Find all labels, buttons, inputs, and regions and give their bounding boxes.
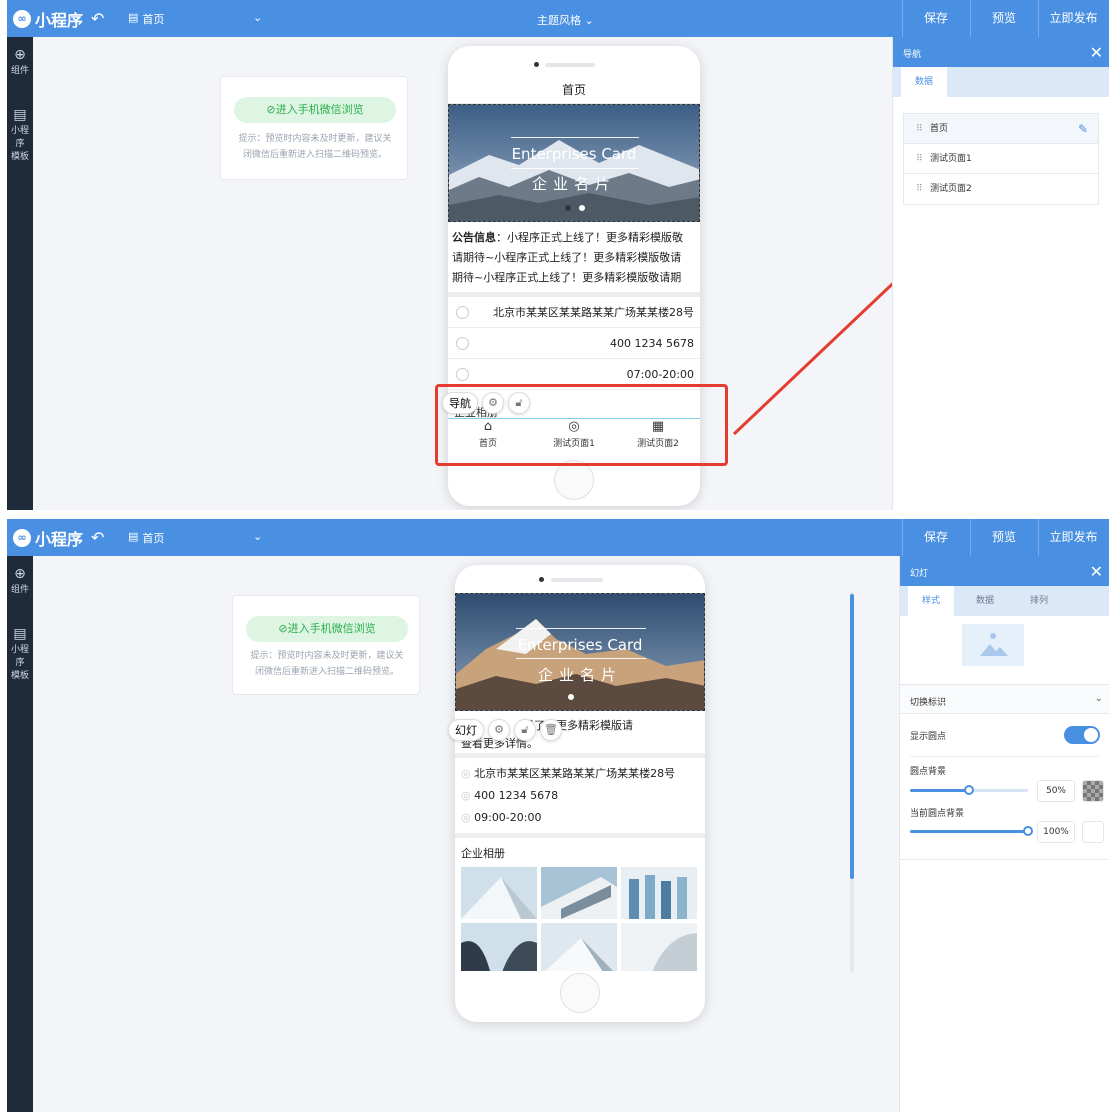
save-button[interactable]: 保存 bbox=[902, 519, 970, 556]
component-toolbar: 幻灯 ⚙ 🔓︎ 🗑︎ bbox=[448, 719, 562, 741]
sidebar-item-label: 小程序 bbox=[10, 645, 29, 668]
editor-screenshot-nav: ∞ 小程序 ↶ ▤ 首页 ⌄ 主题风格 ⌄ 保存 预览 立即发布 ⊕ 组件 ▤ … bbox=[7, 0, 1109, 510]
panel-header: 幻灯 ✕ bbox=[900, 556, 1109, 586]
dot-bg-color-swatch[interactable] bbox=[1082, 780, 1104, 802]
open-in-wechat-button[interactable]: ⊘进入手机微信浏览 bbox=[246, 616, 408, 642]
phone-screen: Enterprises Card 企业名片 线了！更多精彩模版请 查看更多详情。… bbox=[455, 593, 705, 971]
banner-slider[interactable]: Enterprises Card 企业名片 bbox=[455, 593, 705, 711]
close-icon[interactable]: ✕ bbox=[1090, 43, 1103, 62]
current-dot-bg-label: 当前圆点背景 bbox=[910, 809, 965, 819]
chevron-down-icon: ⌄ bbox=[1094, 693, 1103, 704]
preview-card: ⊘进入手机微信浏览 提示：预览时内容未及时更新，建议关 闭微信后重新进入扫描二维… bbox=[232, 595, 420, 695]
section-title: 切换标识 bbox=[910, 698, 947, 708]
album-photo[interactable] bbox=[621, 923, 697, 971]
panel-tabs: 样式 数据 排列 bbox=[900, 586, 1109, 616]
album-photo[interactable] bbox=[541, 923, 617, 971]
album-photo[interactable] bbox=[621, 867, 697, 919]
sidebar-item-templates[interactable]: ▤ 小程序 模板 bbox=[7, 626, 33, 681]
nav-item-home[interactable]: ⠿ 首页 ✎ bbox=[904, 114, 1098, 144]
current-dot-bg-slider-thumb[interactable] bbox=[1023, 826, 1033, 836]
page-icon: ▤ bbox=[128, 530, 139, 543]
album-photo[interactable] bbox=[541, 867, 617, 919]
undo-icon[interactable]: ↶ bbox=[91, 528, 104, 547]
dot-bg-slider-fill bbox=[910, 789, 969, 792]
address-row: ◎ 北京市某某区某某路某某广场某某楼28号 bbox=[461, 763, 675, 785]
preview-tip: 提示：预览时内容未及时更新，建议关 闭微信后重新进入扫描二维码预览。 bbox=[250, 651, 404, 677]
nav-item-label: 测试页面2 bbox=[930, 184, 972, 194]
current-dot-bg-value[interactable]: 100% bbox=[1037, 821, 1075, 843]
phone-row: ◎ 400 1234 5678 bbox=[461, 785, 675, 807]
publish-button[interactable]: 立即发布 bbox=[1038, 519, 1109, 556]
section-header[interactable]: 切换标识 ⌄ bbox=[900, 684, 1109, 714]
location-icon: ◎ bbox=[461, 767, 471, 780]
album-photo[interactable] bbox=[461, 867, 537, 919]
sidebar-item-label: 模板 bbox=[10, 671, 29, 681]
panel-title: 导航 bbox=[903, 50, 922, 60]
page-selector[interactable]: ▤ 首页 ⌄ bbox=[128, 530, 262, 546]
top-toolbar: ∞ 小程序 ↶ ▤ 首页 ⌄ 保存 预览 立即发布 bbox=[7, 519, 1109, 556]
drag-handle-icon[interactable]: ⠿ bbox=[916, 114, 923, 144]
nav-settings-panel: 导航 ✕ 数据 ⠿ 首页 ✎ ⠿ 测试页面1 ⠿ 测试页面2 bbox=[892, 37, 1109, 510]
contact-block: ◎ 北京市某某区某某路某某广场某某楼28号 ◎ 400 1234 5678 ◎ … bbox=[461, 763, 675, 829]
unlock-icon[interactable]: 🔓︎ bbox=[514, 719, 536, 741]
pencil-icon[interactable]: ✎ bbox=[1078, 114, 1088, 144]
trash-icon[interactable]: 🗑︎ bbox=[540, 719, 562, 741]
hours-text: 09:00-20:00 bbox=[474, 811, 542, 824]
app-logo: ∞ 小程序 bbox=[13, 526, 83, 550]
dot-bg-label: 圆点背景 bbox=[910, 767, 947, 777]
home-button bbox=[560, 973, 600, 1013]
panel-tabs: 数据 bbox=[893, 67, 1109, 97]
slide-dot-active[interactable] bbox=[568, 694, 574, 700]
phone-text: 400 1234 5678 bbox=[474, 789, 559, 802]
nav-item-list: ⠿ 首页 ✎ ⠿ 测试页面1 ⠿ 测试页面2 bbox=[903, 113, 1099, 205]
link-icon: ∞ bbox=[13, 529, 31, 547]
dot-bg-slider-thumb[interactable] bbox=[964, 785, 974, 795]
show-dots-label: 显示圆点 bbox=[910, 732, 947, 742]
sidebar-item-label: 组件 bbox=[10, 585, 29, 595]
current-dot-bg-color-swatch[interactable] bbox=[1082, 821, 1104, 843]
album-photo[interactable] bbox=[461, 923, 537, 971]
nav-item-label: 测试页面1 bbox=[930, 154, 972, 164]
address-text: 北京市某某区某某路某某广场某某楼28号 bbox=[474, 767, 676, 780]
logo-text: 小程序 bbox=[35, 530, 84, 549]
page-selector-label: 首页 bbox=[142, 532, 165, 545]
settings-icon[interactable]: ⚙ bbox=[488, 719, 510, 741]
clock-icon: ◎ bbox=[461, 811, 471, 824]
nav-item-test-page-1[interactable]: ⠿ 测试页面1 bbox=[904, 144, 1098, 174]
chevron-down-icon: ⌄ bbox=[253, 530, 263, 543]
banner-title-zh: 企业名片 bbox=[537, 666, 622, 684]
close-icon[interactable]: ✕ bbox=[1090, 562, 1103, 581]
link-icon: ⊘ bbox=[278, 622, 288, 635]
image-placeholder-icon[interactable] bbox=[962, 624, 1024, 666]
editor-screenshot-slide: ∞ 小程序 ↶ ▤ 首页 ⌄ 保存 预览 立即发布 ⊕ 组件 ▤ 小程序 模板 … bbox=[7, 519, 1109, 1112]
plus-circle-icon: ⊕ bbox=[14, 566, 26, 582]
preview-button[interactable]: 预览 bbox=[970, 519, 1038, 556]
nav-item-label: 首页 bbox=[930, 124, 949, 134]
left-sidebar: ⊕ 组件 ▤ 小程序 模板 bbox=[7, 556, 33, 1112]
panel-title: 幻灯 bbox=[910, 569, 929, 579]
canvas-scrollbar[interactable] bbox=[850, 594, 854, 879]
slide-label[interactable]: 幻灯 bbox=[448, 719, 484, 741]
drag-handle-icon[interactable]: ⠿ bbox=[916, 144, 923, 174]
tab-data[interactable]: 数据 bbox=[901, 67, 947, 97]
album-title: 企业相册 bbox=[461, 847, 505, 860]
phone-icon: ◎ bbox=[461, 789, 471, 802]
sidebar-item-components[interactable]: ⊕ 组件 bbox=[7, 566, 33, 595]
tab-arrange[interactable]: 排列 bbox=[1016, 586, 1062, 616]
document-icon: ▤ bbox=[13, 626, 27, 642]
tab-style[interactable]: 样式 bbox=[908, 586, 954, 616]
tab-data[interactable]: 数据 bbox=[962, 586, 1008, 616]
button-label: 进入手机微信浏览 bbox=[287, 622, 376, 635]
hours-row: ◎ 09:00-20:00 bbox=[461, 807, 675, 829]
phone-frame: Enterprises Card 企业名片 线了！更多精彩模版请 查看更多详情。… bbox=[455, 565, 705, 1022]
show-dots-toggle[interactable] bbox=[1064, 726, 1100, 744]
current-dot-bg-slider-fill bbox=[910, 830, 1028, 833]
slide-settings-panel: 幻灯 ✕ 样式 数据 排列 切换标识 ⌄ 显示圆点 圆点背景 50% 当前圆点背… bbox=[899, 556, 1109, 1112]
drag-handle-icon[interactable]: ⠿ bbox=[916, 174, 923, 204]
banner-title-en: Enterprises Card bbox=[517, 636, 643, 654]
panel-header: 导航 ✕ bbox=[893, 37, 1109, 67]
dot-bg-value[interactable]: 50% bbox=[1037, 780, 1075, 802]
nav-item-test-page-2[interactable]: ⠿ 测试页面2 bbox=[904, 174, 1098, 204]
